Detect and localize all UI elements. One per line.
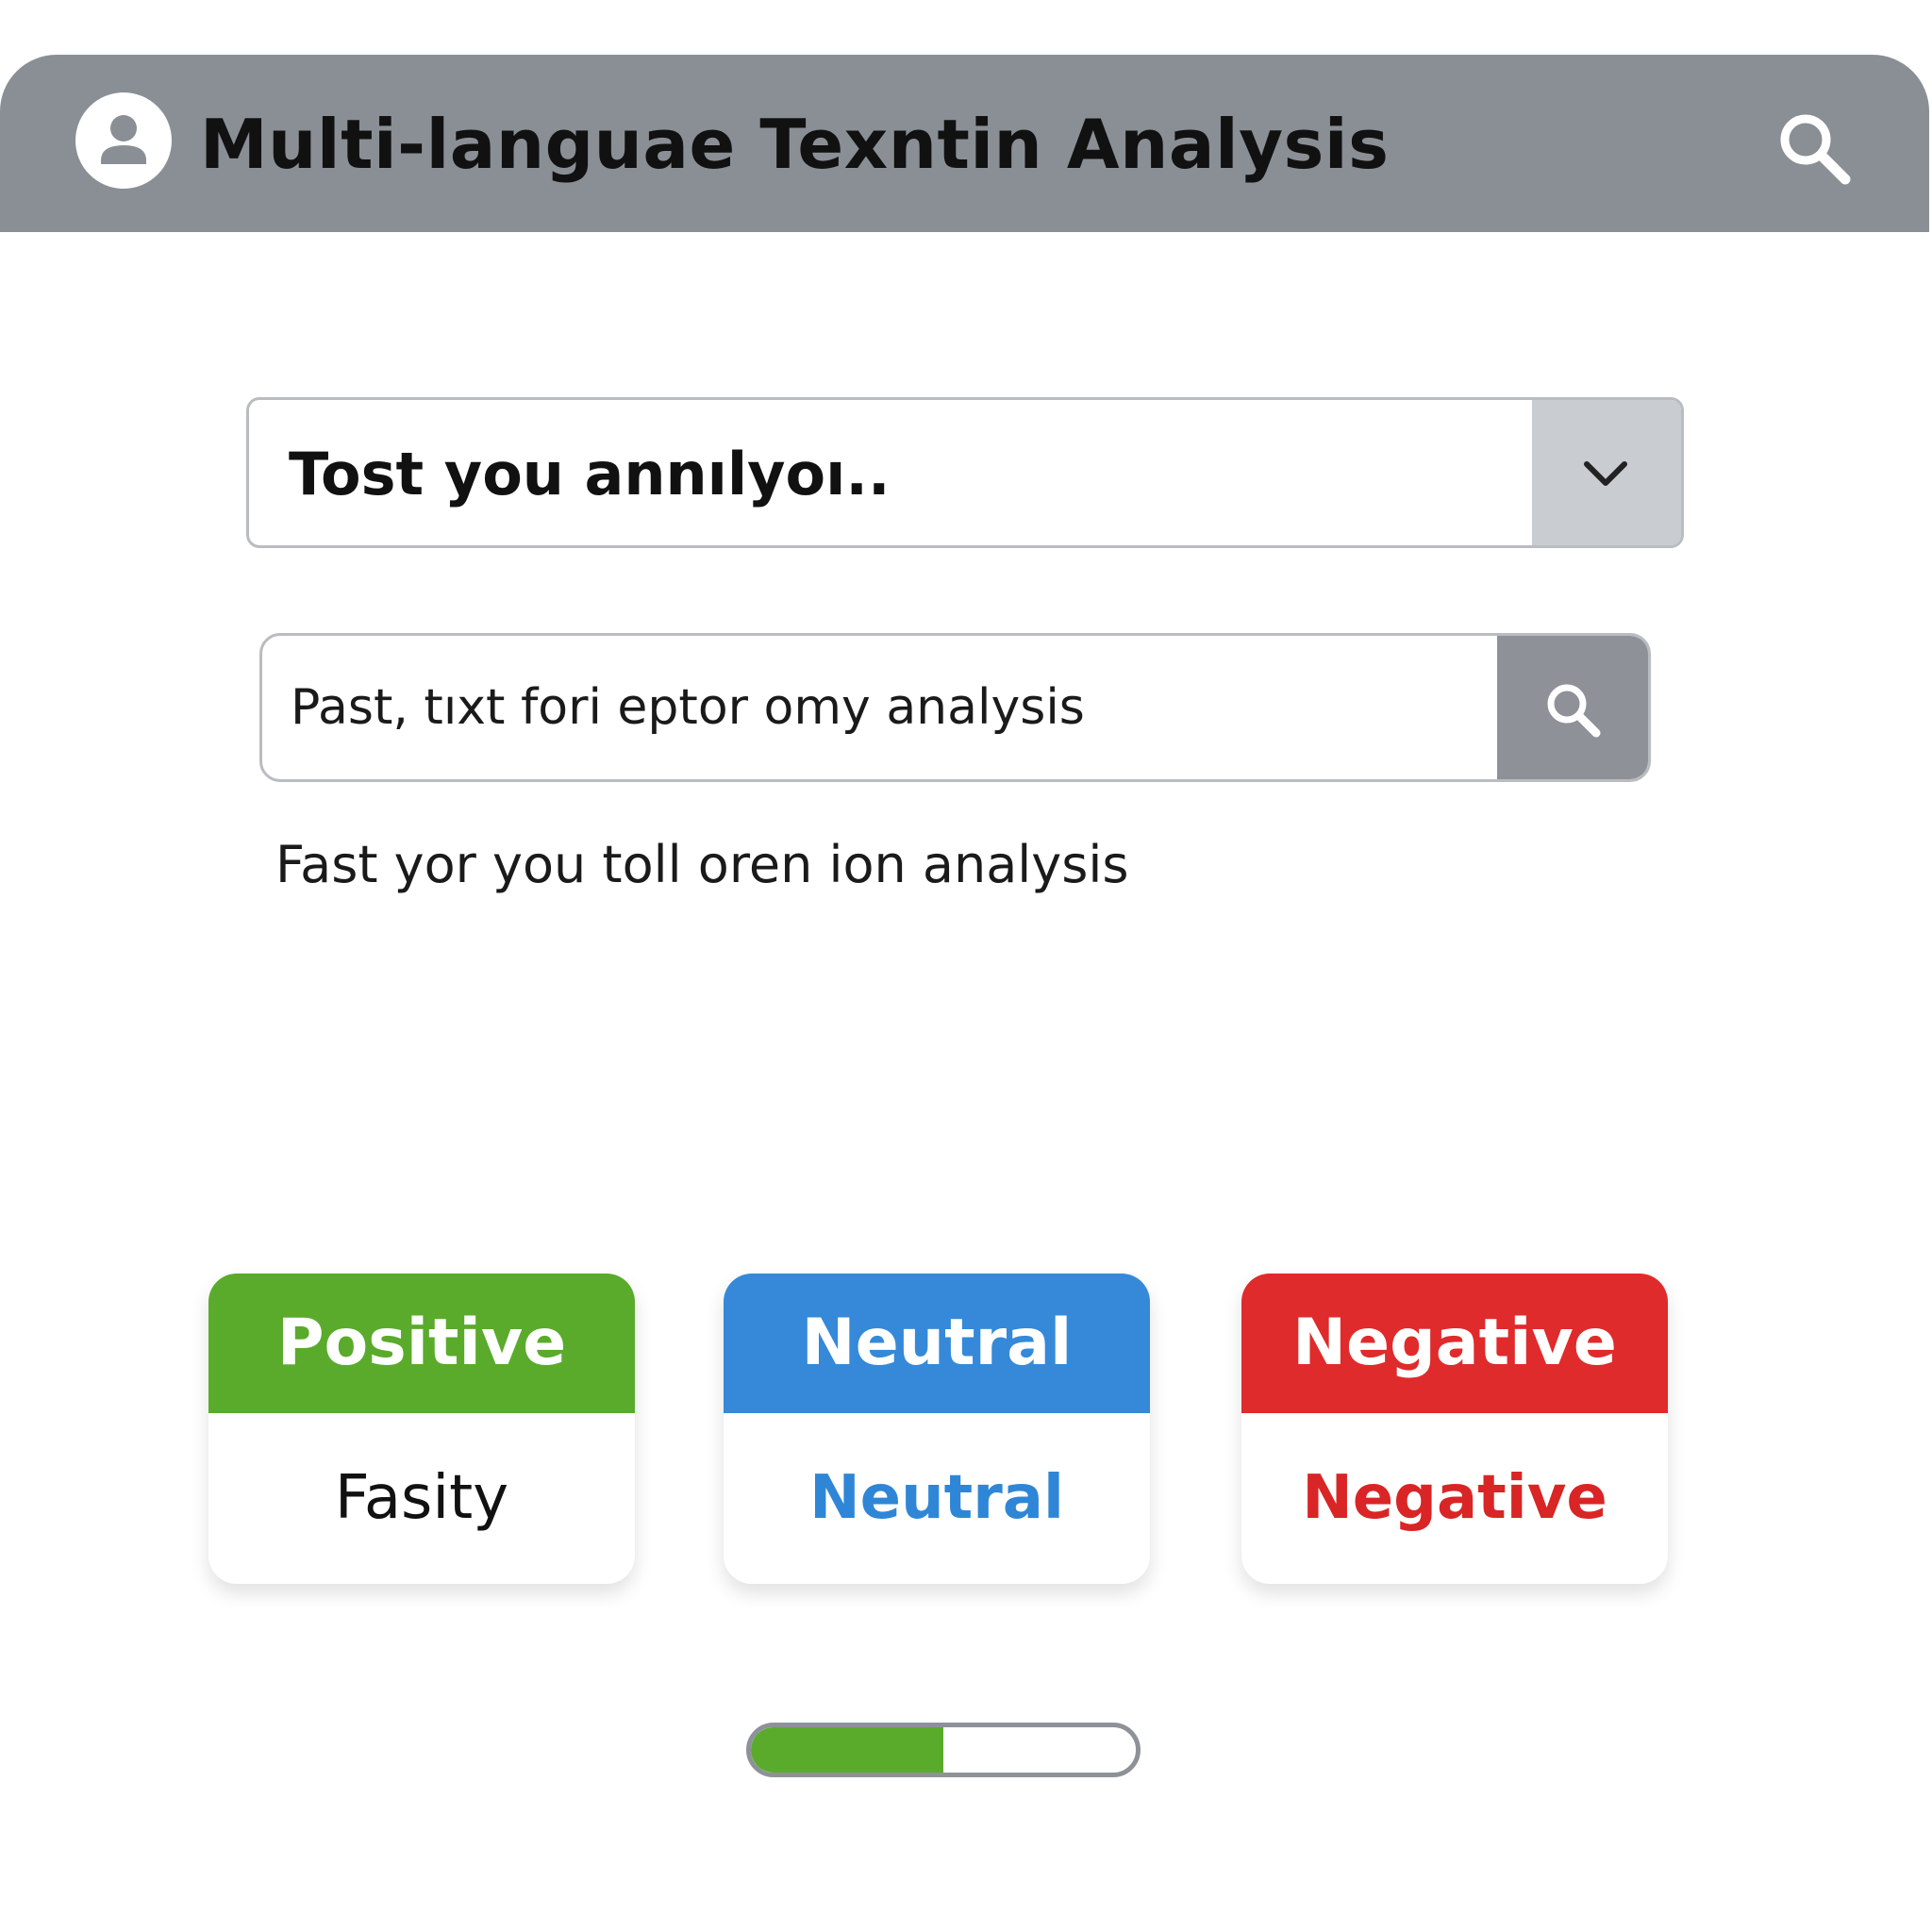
- search-icon: [1780, 114, 1851, 185]
- select-value: Tost you annılyoı..: [289, 440, 891, 508]
- avatar[interactable]: [75, 92, 172, 189]
- analysis-select[interactable]: Tost you annılyoı..: [246, 397, 1684, 548]
- sentiment-card-positive[interactable]: Positive Fasity: [208, 1274, 635, 1584]
- card-header: Neutral: [724, 1274, 1150, 1413]
- helper-text: Fast yor you toll oren ion analysis: [275, 835, 1129, 894]
- sentiment-card-neutral[interactable]: Neutral Neutral: [724, 1274, 1150, 1584]
- sentiment-card-negative[interactable]: Negative Negative: [1241, 1274, 1668, 1584]
- card-value: Neutral: [809, 1463, 1064, 1533]
- card-value: Fasity: [334, 1463, 509, 1533]
- text-input-group: [259, 633, 1651, 782]
- page-title: Multi-languae Texntin Analysis: [200, 105, 1390, 184]
- app-window: Multi-languae Texntin Analysis Tost you …: [0, 0, 1932, 1932]
- header-bar: Multi-languae Texntin Analysis: [0, 55, 1929, 232]
- user-icon: [101, 115, 146, 164]
- progress-fill: [751, 1727, 943, 1773]
- select-toggle[interactable]: [1532, 400, 1681, 545]
- card-header: Positive: [208, 1274, 635, 1413]
- header-search-button[interactable]: [1772, 106, 1857, 191]
- card-header: Negative: [1241, 1274, 1668, 1413]
- search-button[interactable]: [1497, 636, 1648, 779]
- progress-bar: [746, 1723, 1141, 1777]
- text-input[interactable]: [262, 636, 1503, 779]
- chevron-down-icon: [1584, 461, 1627, 486]
- search-icon: [1547, 684, 1601, 738]
- card-value: Negative: [1302, 1463, 1607, 1533]
